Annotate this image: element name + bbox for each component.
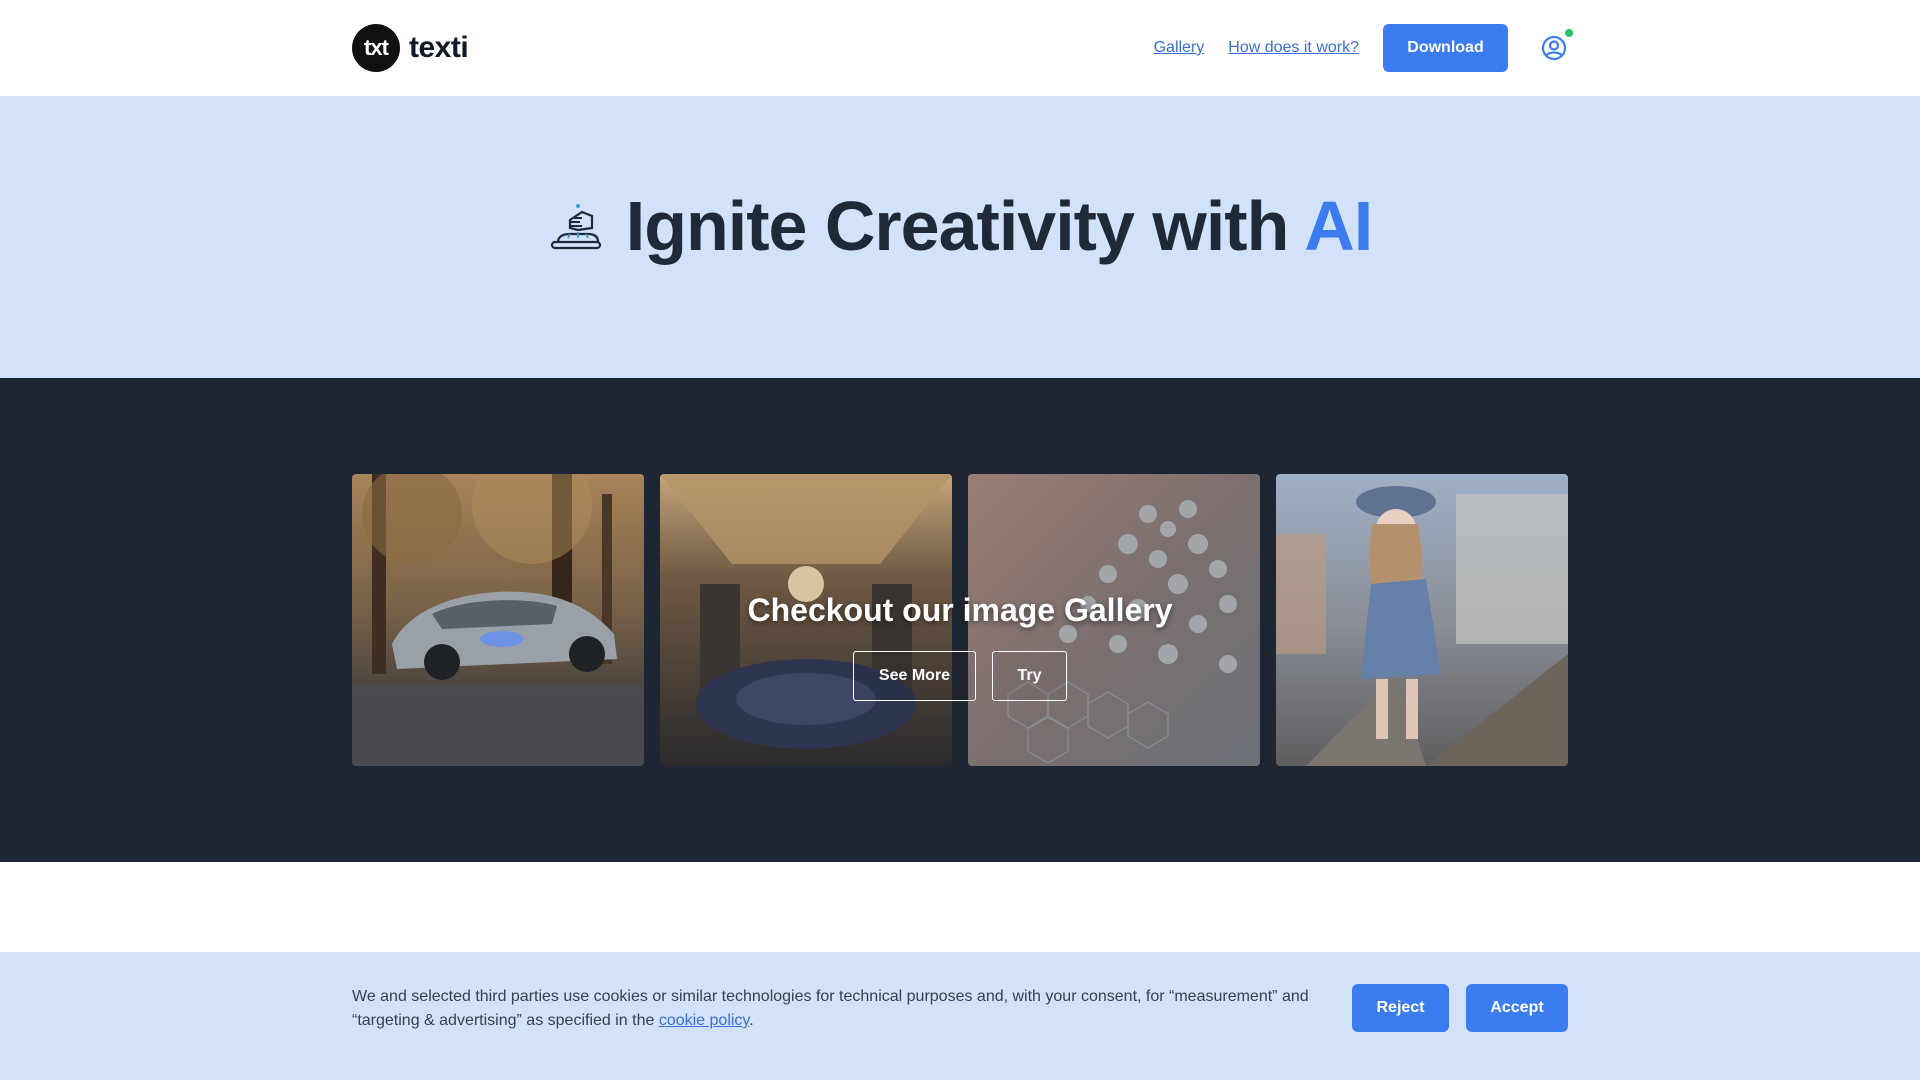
hero-heading: Ignite Creativity with AI: [625, 186, 1373, 266]
cookie-message-end: .: [749, 1012, 754, 1029]
cookie-policy-link[interactable]: cookie policy: [659, 1012, 749, 1029]
hero-heading-accent: AI: [1304, 187, 1373, 265]
cookie-banner: We and selected third parties use cookie…: [0, 952, 1920, 1080]
online-status-dot: [1565, 29, 1573, 37]
cookie-message: We and selected third parties use cookie…: [352, 985, 1342, 1033]
logo-text: texti: [409, 31, 469, 64]
main-nav: Gallery How does it work? Download: [1154, 24, 1573, 72]
logo[interactable]: txt texti: [352, 24, 469, 72]
hero-heading-main: Ignite Creativity with: [625, 187, 1290, 265]
gallery-overlay: Checkout our image Gallery See More Try: [352, 474, 1568, 766]
logo-mark: txt: [352, 24, 400, 72]
gallery-buttons: See More Try: [853, 651, 1067, 701]
user-account-button[interactable]: [1540, 29, 1573, 62]
try-button[interactable]: Try: [992, 651, 1067, 701]
see-more-button[interactable]: See More: [853, 651, 976, 701]
gallery-section: Checkout our image Gallery See More Try: [0, 378, 1920, 862]
reject-button[interactable]: Reject: [1352, 984, 1449, 1032]
nav-link-gallery[interactable]: Gallery: [1154, 39, 1205, 57]
accept-button[interactable]: Accept: [1466, 984, 1568, 1032]
hand-sparkle-icon: [550, 204, 601, 250]
user-circle-icon: [1541, 35, 1567, 61]
gallery-title: Checkout our image Gallery: [747, 592, 1173, 628]
cookie-message-text: We and selected third parties use cookie…: [352, 988, 1309, 1029]
nav-link-how-it-works[interactable]: How does it work?: [1228, 39, 1359, 57]
hero-section: Ignite Creativity with AI: [0, 96, 1920, 378]
hero-title: Ignite Creativity with AI: [0, 186, 1920, 266]
download-button[interactable]: Download: [1383, 24, 1508, 72]
top-header: txt texti Gallery How does it work? Down…: [0, 0, 1920, 96]
